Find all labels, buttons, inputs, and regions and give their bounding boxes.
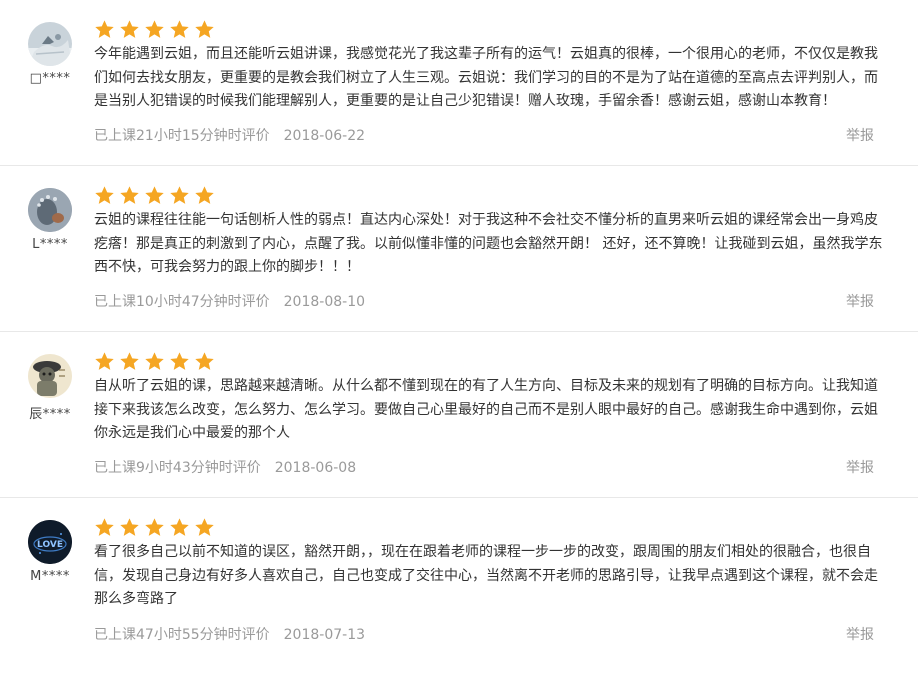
- star-icon: [194, 19, 215, 40]
- avatar[interactable]: [28, 354, 72, 398]
- review-content: 今年能遇到云姐，而且还能听云姐讲课，我感觉花光了我这辈子所有的运气！云姐真的很棒…: [94, 18, 894, 114]
- star-rating: [94, 350, 894, 372]
- svg-text:LOVE: LOVE: [37, 540, 63, 550]
- report-link[interactable]: 举报: [846, 125, 874, 145]
- review-content: 云姐的课程往往能一句话刨析人性的弱点！直达内心深处！对于我这种不会社交不懂分析的…: [94, 184, 894, 280]
- reviewer: L****: [24, 188, 76, 252]
- review-date: 2018-08-10: [283, 294, 366, 310]
- star-rating: [94, 516, 894, 538]
- review-text: 云姐的课程往往能一句话刨析人性的弱点！直达内心深处！对于我这种不会社交不懂分析的…: [94, 212, 883, 275]
- review-date: 2018-06-22: [283, 128, 366, 144]
- review-date: 2018-06-08: [274, 460, 357, 476]
- star-icon: [119, 517, 140, 538]
- review-meta: 已上课47小时55分钟时评价 2018-07-13: [94, 624, 365, 644]
- star-rating: [94, 18, 894, 40]
- review-list: □**** 今年能遇到云姐，而且还能听云姐讲课，我感觉花光了我这辈子所有的运气！…: [0, 0, 918, 686]
- star-icon: [94, 517, 115, 538]
- star-icon: [94, 19, 115, 40]
- reviewer: LOVE M****: [24, 520, 76, 584]
- report-link[interactable]: 举报: [846, 457, 874, 477]
- avatar[interactable]: [28, 188, 72, 232]
- star-icon: [169, 185, 190, 206]
- study-time: 已上课10小时47分钟时评价: [94, 294, 270, 310]
- star-icon: [144, 185, 165, 206]
- review-content: 自从听了云姐的课，思路越来越清晰。从什么都不懂到现在的有了人生方向、目标及未来的…: [94, 350, 894, 446]
- star-rating: [94, 184, 894, 206]
- review-item: LOVE M**** 看了很多自己以前不知道的误区，豁然开朗，，现在在跟着老师的…: [0, 498, 918, 664]
- avatar[interactable]: [28, 22, 72, 66]
- star-icon: [144, 351, 165, 372]
- review-item: L**** 云姐的课程往往能一句话刨析人性的弱点！直达内心深处！对于我这种不会社…: [0, 166, 918, 332]
- avatar[interactable]: LOVE: [28, 520, 72, 564]
- star-icon: [194, 185, 215, 206]
- star-icon: [119, 351, 140, 372]
- avatar-image: LOVE: [28, 520, 72, 564]
- star-icon: [144, 517, 165, 538]
- star-icon: [94, 351, 115, 372]
- review-date: 2018-07-13: [283, 627, 366, 643]
- study-time: 已上课21小时15分钟时评价: [94, 128, 270, 144]
- user-name: □****: [29, 71, 71, 86]
- star-icon: [119, 185, 140, 206]
- review-text: 自从听了云姐的课，思路越来越清晰。从什么都不懂到现在的有了人生方向、目标及未来的…: [94, 378, 878, 441]
- report-link[interactable]: 举报: [846, 291, 874, 311]
- avatar-image: [28, 22, 72, 66]
- review-text: 看了很多自己以前不知道的误区，豁然开朗，，现在在跟着老师的课程一步一步的改变，跟…: [94, 544, 878, 607]
- review-text: 今年能遇到云姐，而且还能听云姐讲课，我感觉花光了我这辈子所有的运气！云姐真的很棒…: [94, 46, 878, 109]
- review-meta: 已上课10小时47分钟时评价 2018-08-10: [94, 291, 365, 311]
- review-item: 辰**** 自从听了云姐的课，思路越来越清晰。从什么都不懂到现在的有了人生方向、…: [0, 332, 918, 498]
- star-icon: [169, 351, 190, 372]
- star-icon: [194, 351, 215, 372]
- review-item: □**** 今年能遇到云姐，而且还能听云姐讲课，我感觉花光了我这辈子所有的运气！…: [0, 0, 918, 166]
- study-time: 已上课47小时55分钟时评价: [94, 627, 270, 643]
- review-meta: 已上课21小时15分钟时评价 2018-06-22: [94, 125, 365, 145]
- user-name: 辰****: [29, 407, 71, 422]
- review-content: 看了很多自己以前不知道的误区，豁然开朗，，现在在跟着老师的课程一步一步的改变，跟…: [94, 516, 894, 612]
- reviewer: □****: [24, 22, 76, 86]
- report-link[interactable]: 举报: [846, 624, 874, 644]
- review-meta: 已上课9小时43分钟时评价 2018-06-08: [94, 457, 356, 477]
- star-icon: [144, 19, 165, 40]
- star-icon: [119, 19, 140, 40]
- avatar-image: [28, 354, 72, 398]
- star-icon: [169, 517, 190, 538]
- reviewer: 辰****: [24, 354, 76, 422]
- avatar-image: [28, 188, 72, 232]
- user-name: L****: [32, 237, 68, 252]
- star-icon: [94, 185, 115, 206]
- study-time: 已上课9小时43分钟时评价: [94, 460, 261, 476]
- user-name: M****: [30, 569, 70, 584]
- star-icon: [169, 19, 190, 40]
- star-icon: [194, 517, 215, 538]
